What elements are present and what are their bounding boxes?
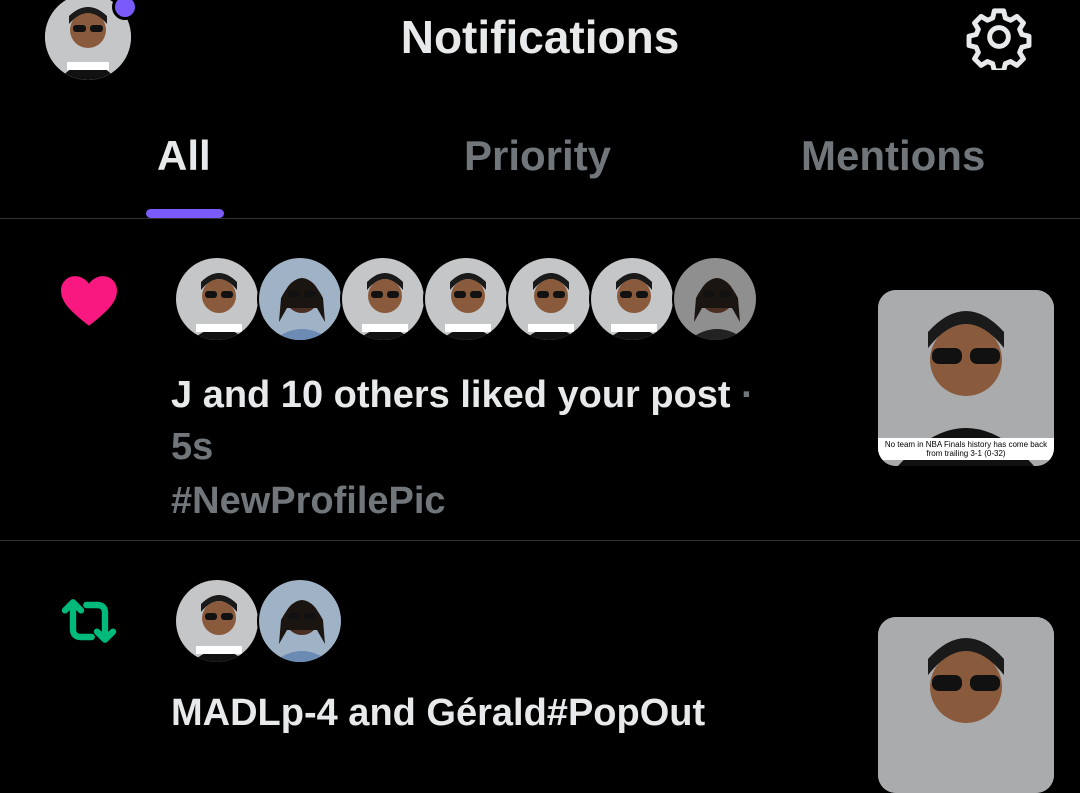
notification-text: MADLp-4 and Gérald#PopOut [171,692,706,734]
page-title: Notifications [400,11,680,63]
separator-dot: · [741,374,754,416]
post-text: #NewProfilePic [171,480,446,522]
thumbnail-caption: No team in NBA Finals history has come b… [878,438,1054,460]
liker-avatar[interactable] [506,256,592,342]
heart-icon [58,271,120,332]
post-thumbnail[interactable] [878,617,1054,793]
gear-icon [966,8,1032,74]
notification-text: J and 10 others liked your post [171,374,731,416]
notification-time: 5s [171,426,214,468]
notification-repost[interactable]: MADLp-4 and Gérald#PopOut [0,541,1080,793]
reposter-avatar[interactable] [257,578,343,664]
liker-avatar[interactable] [423,256,509,342]
liker-avatar[interactable] [340,256,426,342]
settings-button[interactable] [966,4,1032,74]
tab-priority[interactable]: Priority [464,132,611,180]
active-tab-indicator [146,209,224,218]
repost-icon [56,597,122,650]
reposter-avatar[interactable] [174,578,260,664]
liker-avatar[interactable] [672,256,758,342]
notification-like[interactable]: J and 10 others liked your post · 5s #Ne… [0,219,1080,540]
post-photo-icon [878,617,1054,793]
liker-avatar[interactable] [174,256,260,342]
post-thumbnail[interactable]: No team in NBA Finals history has come b… [878,290,1054,466]
tab-mentions[interactable]: Mentions [801,132,985,180]
tab-all[interactable]: All [157,132,211,180]
liker-avatar[interactable] [589,256,675,342]
liker-avatar[interactable] [257,256,343,342]
